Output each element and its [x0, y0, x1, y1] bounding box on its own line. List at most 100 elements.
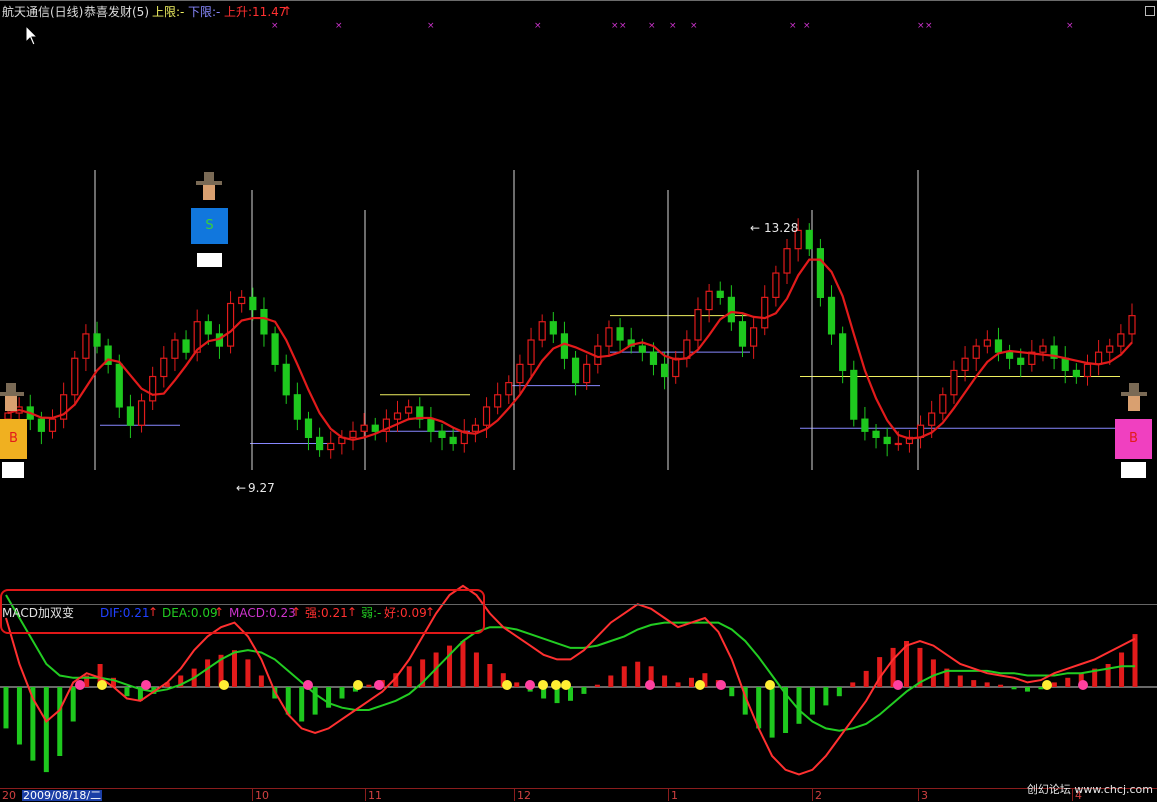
macd-bar: [124, 687, 130, 697]
strong-arrow-icon: ↑: [347, 605, 358, 619]
candle-body: [571, 357, 580, 384]
macd-bar: [796, 687, 802, 724]
cross-signal-dot: [538, 680, 548, 690]
candle-body: [1061, 357, 1069, 372]
candle-body: [238, 296, 246, 305]
macd-bar: [890, 647, 896, 687]
macd-bar: [823, 687, 829, 706]
cross-signal-dot: [303, 680, 313, 690]
candle-body: [950, 369, 958, 396]
month-label-3: 3: [921, 789, 928, 802]
candle-body: [861, 418, 869, 432]
candle-body: [271, 333, 279, 365]
candle-body: [961, 357, 969, 372]
cross-signal-dot: [502, 680, 512, 690]
month-tick-mark: [365, 789, 366, 801]
dif-value: DIF:0.21: [100, 606, 150, 620]
cross-signal-dot: [525, 680, 535, 690]
macd-bar: [1051, 682, 1057, 687]
candle-body: [883, 436, 891, 445]
candle-body: [939, 394, 947, 414]
candle-body: [750, 327, 758, 347]
cross-signal-dot: [75, 680, 85, 690]
macd-bar: [1024, 687, 1030, 692]
top-marker: ×: [925, 21, 933, 31]
macd-bar: [258, 675, 264, 687]
buy-signal-badge: B: [0, 419, 27, 459]
candle-body: [82, 333, 90, 359]
candle-body: [538, 321, 546, 341]
macd-bar: [769, 687, 775, 738]
candle-body: [71, 357, 79, 396]
top-marker: ×: [669, 21, 677, 31]
candle-body: [605, 327, 613, 347]
candle-body: [137, 400, 146, 426]
top-marker: ×: [534, 21, 542, 31]
month-label-10: 10: [255, 789, 269, 802]
candle-body: [371, 424, 379, 432]
low-arrow-icon: ←: [236, 481, 247, 495]
macd-bar: [850, 682, 856, 687]
candle-body: [1072, 369, 1080, 378]
top-marker: ×: [611, 21, 619, 31]
candle-body: [705, 290, 713, 311]
candle-body: [894, 442, 902, 446]
macd-bar: [594, 684, 600, 687]
macd-bar: [675, 682, 681, 687]
month-label-2: 2: [815, 789, 822, 802]
candle-body: [738, 321, 747, 347]
candle-body: [583, 363, 591, 384]
candle-body: [783, 248, 791, 274]
candle-body: [716, 290, 724, 298]
top-marker: ×: [789, 21, 797, 31]
macd-bar: [3, 687, 9, 729]
chart-canvas[interactable]: × × × × × × × × × × × × × ×: [0, 0, 1157, 801]
candle-body: [249, 296, 257, 311]
candle-body: [405, 406, 413, 414]
candle-body: [505, 382, 513, 396]
candle-body: [349, 430, 357, 438]
candle-body: [393, 412, 402, 420]
month-tick-mark: [918, 789, 919, 801]
candle-body: [471, 424, 480, 432]
candle-body: [115, 363, 123, 408]
candle-body: [449, 436, 457, 445]
macd-bar: [863, 670, 869, 687]
cross-signal-dot: [141, 680, 151, 690]
strong-value: 强:0.21: [305, 606, 348, 620]
candle-body: [360, 424, 368, 432]
cross-signal-dot: [765, 680, 775, 690]
macd-bar: [1119, 652, 1125, 687]
cross-signal-dot: [551, 680, 561, 690]
month-tick-mark: [668, 789, 669, 801]
macd-bar: [57, 687, 63, 756]
macd-bar: [406, 666, 412, 687]
cross-signal-dot: [561, 680, 571, 690]
macd-bar: [635, 661, 641, 687]
candle-body: [171, 339, 179, 359]
candle-body: [304, 418, 313, 438]
cross-signal-dot: [716, 680, 726, 690]
candle-body: [660, 363, 669, 378]
buy-figure-hat-icon-2: [1121, 383, 1147, 411]
candle-body: [1106, 345, 1114, 353]
dea-value: DEA:0.09: [162, 606, 218, 620]
cross-signal-dot: [893, 680, 903, 690]
weak-value: 弱:-: [361, 606, 382, 620]
top-marker: ×: [1066, 21, 1074, 31]
buy-figure-feet: [2, 462, 24, 478]
watermark: 创幻论坛 www.chcj.com: [1026, 783, 1153, 796]
buy-figure-hat-icon: [0, 383, 26, 411]
macd-bar: [957, 675, 963, 687]
candle-body: [438, 430, 446, 438]
month-label-12: 12: [517, 789, 531, 802]
macd-bar: [729, 687, 735, 697]
macd-bar: [1011, 687, 1017, 690]
cross-signal-dot: [219, 680, 229, 690]
candle-body: [282, 363, 290, 396]
macd-bar: [16, 687, 22, 745]
macd-bar: [487, 664, 493, 687]
candle-body: [427, 418, 435, 432]
buy-figure-feet-2: [1121, 462, 1146, 478]
top-marker: ×: [271, 21, 279, 31]
